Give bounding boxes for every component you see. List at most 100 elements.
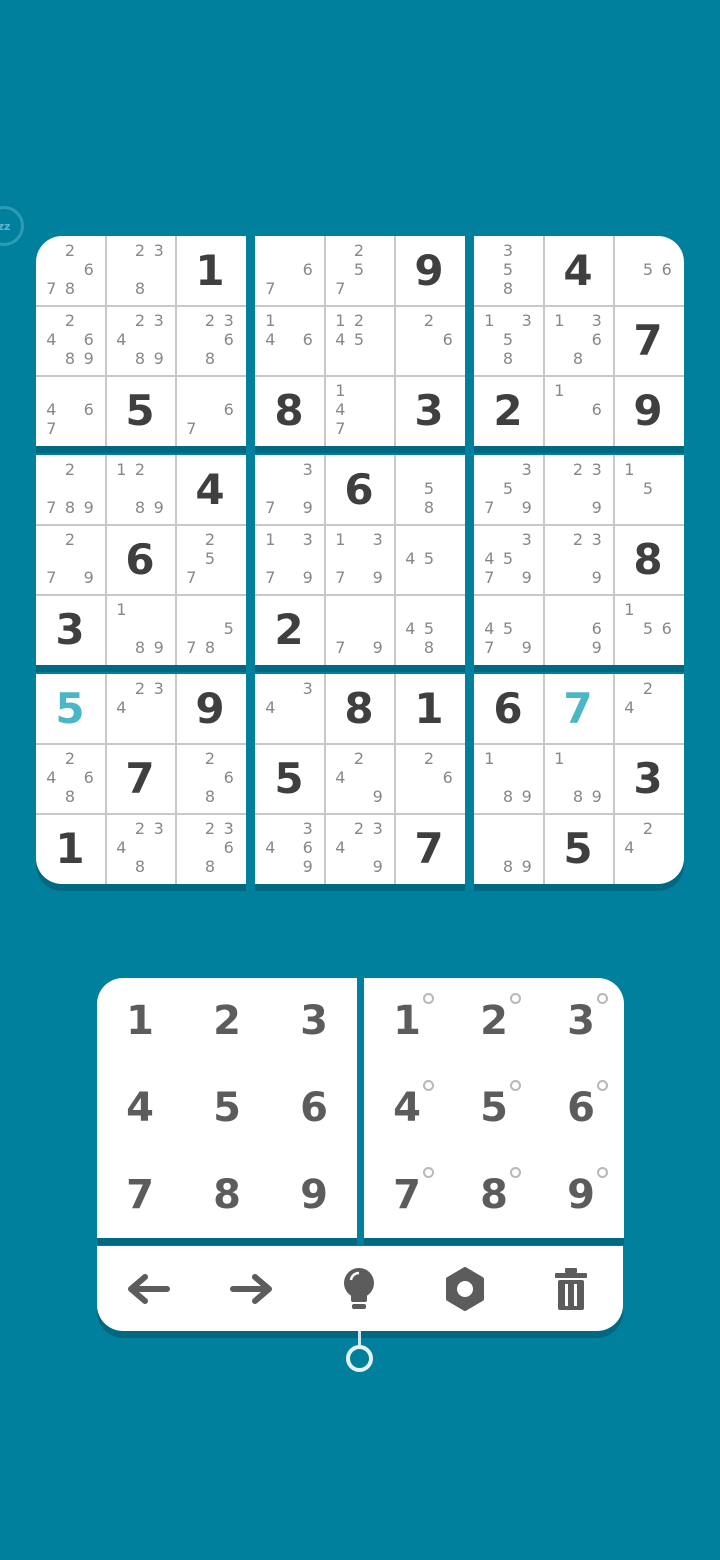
number-key-2[interactable]: 2: [184, 978, 270, 1064]
sudoku-cell[interactable]: 26: [395, 306, 463, 374]
sudoku-cell[interactable]: 147: [325, 376, 393, 444]
number-key-1[interactable]: 1: [97, 978, 183, 1064]
sudoku-cell[interactable]: 23 489: [106, 306, 174, 374]
sudoku-cell[interactable]: 189: [106, 595, 174, 663]
sudoku-cell[interactable]: 189: [544, 744, 612, 812]
number-key-7[interactable]: 7: [97, 1152, 183, 1238]
sudoku-cell[interactable]: 1245: [325, 306, 393, 374]
sudoku-cell[interactable]: 24: [614, 814, 682, 882]
sudoku-cell[interactable]: 1 3 7 9: [325, 525, 393, 593]
sudoku-cell[interactable]: 3 4 69: [255, 814, 323, 882]
sudoku-cell[interactable]: 23 9: [544, 455, 612, 523]
sudoku-cell[interactable]: 5: [544, 814, 612, 882]
sudoku-cell[interactable]: 1 3 7 9: [255, 525, 323, 593]
sudoku-cell[interactable]: 189: [474, 744, 542, 812]
sudoku-cell[interactable]: 3: [395, 376, 463, 444]
number-key-9[interactable]: 9: [271, 1152, 357, 1238]
sudoku-cell[interactable]: 56: [614, 236, 682, 304]
sudoku-cell[interactable]: 7: [614, 306, 682, 374]
sudoku-cell[interactable]: 58: [395, 455, 463, 523]
sudoku-cell[interactable]: 67: [255, 236, 323, 304]
sudoku-cell[interactable]: 7: [395, 814, 463, 882]
sudoku-cell[interactable]: 6: [325, 455, 393, 523]
sudoku-cell[interactable]: 4: [176, 455, 244, 523]
note-key-7[interactable]: 7: [364, 1152, 450, 1238]
sudoku-cell[interactable]: 3 457 9: [474, 525, 542, 593]
sudoku-cell[interactable]: 156: [614, 595, 682, 663]
sudoku-cell[interactable]: 257: [325, 236, 393, 304]
sudoku-cell[interactable]: 3: [614, 744, 682, 812]
sudoku-cell[interactable]: 1: [36, 814, 104, 882]
sudoku-cell[interactable]: 2: [474, 376, 542, 444]
sudoku-cell[interactable]: 14 6: [255, 306, 323, 374]
sudoku-cell[interactable]: 4 6 7: [36, 376, 104, 444]
sudoku-cell[interactable]: 2789: [36, 455, 104, 523]
sudoku-cell[interactable]: 9: [395, 236, 463, 304]
sudoku-cell[interactable]: 26 78: [36, 236, 104, 304]
sudoku-cell[interactable]: 257: [176, 525, 244, 593]
hint-button[interactable]: [309, 1246, 409, 1331]
sudoku-cell[interactable]: 8: [255, 376, 323, 444]
note-key-9[interactable]: 9: [538, 1152, 624, 1238]
note-key-1[interactable]: 1: [364, 978, 450, 1064]
sudoku-cell[interactable]: 457 9: [474, 595, 542, 663]
sleep-badge[interactable]: zz: [0, 206, 24, 246]
sudoku-cell[interactable]: 358: [474, 236, 542, 304]
sudoku-cell[interactable]: 7: [544, 674, 612, 742]
redo-button[interactable]: [203, 1246, 303, 1331]
sudoku-cell[interactable]: 27 9: [36, 525, 104, 593]
sudoku-cell[interactable]: 24: [614, 674, 682, 742]
undo-button[interactable]: [97, 1246, 197, 1331]
sudoku-cell[interactable]: 1 358: [474, 306, 542, 374]
sudoku-cell[interactable]: 1: [176, 236, 244, 304]
sudoku-cell[interactable]: 458: [395, 595, 463, 663]
sudoku-cell[interactable]: 5 78: [176, 595, 244, 663]
sudoku-cell[interactable]: 6: [106, 525, 174, 593]
note-key-3[interactable]: 3: [538, 978, 624, 1064]
sudoku-cell[interactable]: 2368: [176, 306, 244, 374]
sudoku-cell[interactable]: 5: [106, 376, 174, 444]
number-key-5[interactable]: 5: [184, 1065, 270, 1151]
sudoku-cell[interactable]: 24 9: [325, 744, 393, 812]
sudoku-cell[interactable]: 89: [474, 814, 542, 882]
sudoku-cell[interactable]: 268: [176, 744, 244, 812]
sudoku-cell[interactable]: 67: [176, 376, 244, 444]
number-key-6[interactable]: 6: [271, 1065, 357, 1151]
sudoku-cell[interactable]: 9: [176, 674, 244, 742]
sudoku-cell[interactable]: 3: [36, 595, 104, 663]
number-key-8[interactable]: 8: [184, 1152, 270, 1238]
sudoku-cell[interactable]: 79: [325, 595, 393, 663]
sudoku-cell[interactable]: 1 368: [544, 306, 612, 374]
sudoku-cell[interactable]: 6: [474, 674, 542, 742]
sudoku-cell[interactable]: 16: [544, 376, 612, 444]
sudoku-cell[interactable]: 4: [544, 236, 612, 304]
sudoku-cell[interactable]: 238: [106, 236, 174, 304]
sudoku-cell[interactable]: 69: [544, 595, 612, 663]
sudoku-cell[interactable]: 34: [255, 674, 323, 742]
sudoku-cell[interactable]: 23 9: [544, 525, 612, 593]
sudoku-cell[interactable]: 26: [395, 744, 463, 812]
erase-button[interactable]: [521, 1246, 621, 1331]
sudoku-cell[interactable]: 7: [106, 744, 174, 812]
sudoku-cell[interactable]: 8: [325, 674, 393, 742]
note-key-5[interactable]: 5: [451, 1065, 537, 1151]
sudoku-cell[interactable]: 2: [255, 595, 323, 663]
sudoku-cell[interactable]: 2368: [176, 814, 244, 882]
sudoku-cell[interactable]: 23 4 9: [325, 814, 393, 882]
number-key-4[interactable]: 4: [97, 1065, 183, 1151]
sudoku-cell[interactable]: 15: [614, 455, 682, 523]
sudoku-cell[interactable]: 24 68: [36, 744, 104, 812]
sudoku-cell[interactable]: 12 89: [106, 455, 174, 523]
sudoku-cell[interactable]: 8: [614, 525, 682, 593]
settings-button[interactable]: [415, 1246, 515, 1331]
sudoku-cell[interactable]: 9: [614, 376, 682, 444]
note-key-2[interactable]: 2: [451, 978, 537, 1064]
sudoku-cell[interactable]: 5: [255, 744, 323, 812]
sudoku-cell[interactable]: 1: [395, 674, 463, 742]
sudoku-cell[interactable]: 3 7 9: [255, 455, 323, 523]
note-key-4[interactable]: 4: [364, 1065, 450, 1151]
sudoku-cell[interactable]: 23 4: [106, 674, 174, 742]
drag-handle[interactable]: [346, 1345, 373, 1372]
sudoku-cell[interactable]: 24 689: [36, 306, 104, 374]
number-key-3[interactable]: 3: [271, 978, 357, 1064]
